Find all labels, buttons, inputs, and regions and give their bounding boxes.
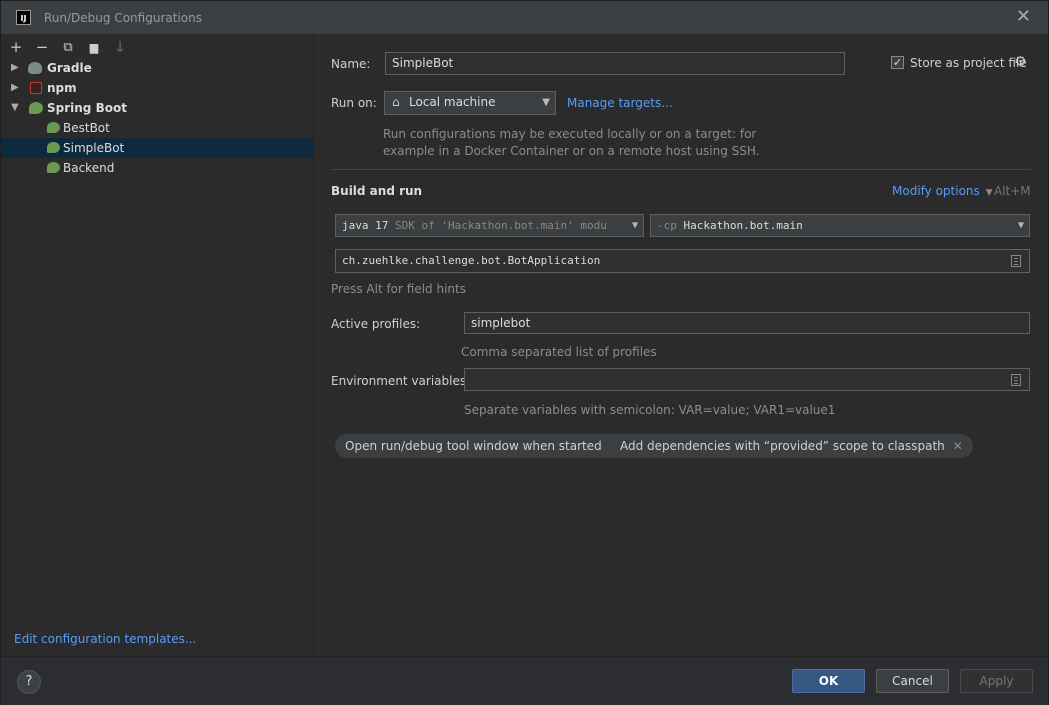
option-chip-open-tool-window: Open run/debug tool window when started✕ xyxy=(335,434,630,458)
chevron-right-icon[interactable]: ▶ xyxy=(11,78,21,98)
spring-boot-config-icon xyxy=(47,122,60,133)
tree-item-bestbot[interactable]: BestBot xyxy=(1,118,313,138)
active-profiles-hint: Comma separated list of profiles xyxy=(461,345,657,359)
tree-item-label: BestBot xyxy=(63,121,110,135)
configurations-panel: + − ⧉ ▆ ↓ ▶ Gradle ▶ npm ▼ Spring Boot B… xyxy=(1,34,314,656)
chevron-down-icon: ▼ xyxy=(1017,220,1024,231)
run-on-hint-line1: Run configurations may be executed local… xyxy=(383,127,757,141)
npm-icon xyxy=(30,82,42,94)
title-bar: IJ Run/Debug Configurations ✕ xyxy=(1,1,1048,34)
jdk-detail: SDK of 'Hackathon.bot.main' modu xyxy=(394,219,607,232)
modify-options-link[interactable]: Modify options ▼ xyxy=(892,184,993,198)
tree-item-label: npm xyxy=(47,81,77,95)
configuration-form: Name: SimpleBot ✓ Store as project file … xyxy=(314,34,1048,656)
jdk-version: java 17 xyxy=(342,219,389,232)
apply-button[interactable]: Apply xyxy=(960,669,1033,693)
field-hints-text: Press Alt for field hints xyxy=(331,282,466,296)
name-label: Name: xyxy=(331,57,371,71)
spring-boot-config-icon xyxy=(47,162,60,173)
run-on-label: Run on: xyxy=(331,96,377,110)
tree-item-spring-boot[interactable]: ▼ Spring Boot xyxy=(1,98,313,118)
dialog-title: Run/Debug Configurations xyxy=(44,11,202,25)
chevron-down-icon: ▼ xyxy=(985,188,993,198)
edit-environment-icon[interactable] xyxy=(1011,374,1021,386)
environment-variables-label: Environment variables: xyxy=(331,374,471,388)
gradle-icon xyxy=(28,62,42,74)
tree-item-simplebot[interactable]: SimpleBot xyxy=(1,138,313,158)
help-button[interactable]: ? xyxy=(17,670,41,694)
classpath-value: Hackathon.bot.main xyxy=(683,219,803,232)
tree-item-label: Backend xyxy=(63,161,115,175)
run-on-hint-line2: example in a Docker Container or on a re… xyxy=(383,144,760,158)
tree-item-gradle[interactable]: ▶ Gradle xyxy=(1,58,313,78)
tree-item-label: Spring Boot xyxy=(47,101,127,115)
run-on-value: Local machine xyxy=(409,95,496,109)
spring-boot-icon xyxy=(29,102,43,114)
intellij-app-icon: IJ xyxy=(16,10,31,25)
separator xyxy=(331,169,1031,170)
configuration-tree: ▶ Gradle ▶ npm ▼ Spring Boot BestBot Sim… xyxy=(1,58,313,178)
modify-options-shortcut: Alt+M xyxy=(994,184,1031,198)
main-class-value: ch.zuehlke.challenge.bot.BotApplication xyxy=(342,254,601,267)
edit-templates-link[interactable]: Edit configuration templates... xyxy=(14,632,196,646)
spring-boot-config-icon xyxy=(47,142,60,153)
chevron-right-icon[interactable]: ▶ xyxy=(11,58,21,78)
add-configuration-icon[interactable]: + xyxy=(7,38,25,56)
store-project-file-label: Store as project file xyxy=(910,56,1027,70)
manage-targets-link[interactable]: Manage targets... xyxy=(567,96,673,110)
tree-item-npm[interactable]: ▶ npm xyxy=(1,78,313,98)
run-on-select[interactable]: ⌂ Local machine ▼ xyxy=(384,91,556,115)
classpath-select[interactable]: -cp Hackathon.bot.main ▼ xyxy=(650,214,1030,237)
cancel-button[interactable]: Cancel xyxy=(876,669,949,693)
chevron-down-icon[interactable]: ▼ xyxy=(11,98,21,118)
option-chip-provided-scope: Add dependencies with “provided” scope t… xyxy=(610,434,973,458)
ok-button[interactable]: OK xyxy=(792,669,865,693)
tree-item-backend[interactable]: Backend xyxy=(1,158,313,178)
copy-configuration-icon[interactable]: ⧉ xyxy=(59,38,77,56)
chip-label: Add dependencies with “provided” scope t… xyxy=(620,439,945,453)
jdk-select[interactable]: java 17 SDK of 'Hackathon.bot.main' modu… xyxy=(335,214,644,237)
modify-options-label: Modify options xyxy=(892,184,980,198)
build-and-run-heading: Build and run xyxy=(331,184,423,198)
cp-prefix: -cp xyxy=(657,219,677,232)
main-class-input[interactable]: ch.zuehlke.challenge.bot.BotApplication xyxy=(335,249,1030,273)
tree-item-label: Gradle xyxy=(47,61,92,75)
run-debug-dialog: IJ Run/Debug Configurations ✕ + − ⧉ ▆ ↓ … xyxy=(0,0,1049,705)
chevron-down-icon: ▼ xyxy=(542,97,550,108)
tree-toolbar: + − ⧉ ▆ ↓ xyxy=(7,37,129,57)
sort-icon[interactable]: ↓ xyxy=(111,38,129,56)
dialog-footer: ? OK Cancel Apply xyxy=(1,656,1048,705)
chip-label: Open run/debug tool window when started xyxy=(345,439,602,453)
environment-variables-hint: Separate variables with semicolon: VAR=v… xyxy=(464,403,836,417)
chevron-down-icon: ▼ xyxy=(629,215,638,236)
close-icon[interactable]: ✕ xyxy=(953,439,963,453)
tree-item-label: SimpleBot xyxy=(63,141,125,155)
name-input[interactable]: SimpleBot xyxy=(385,52,845,75)
close-icon[interactable]: ✕ xyxy=(1016,8,1031,26)
active-profiles-label: Active profiles: xyxy=(331,317,421,331)
store-project-file-checkbox[interactable]: ✓ xyxy=(891,56,904,69)
home-icon: ⌂ xyxy=(392,95,400,109)
new-folder-icon[interactable]: ▆ xyxy=(85,38,103,56)
remove-configuration-icon[interactable]: − xyxy=(33,38,51,56)
browse-class-icon[interactable] xyxy=(1011,255,1021,267)
active-profiles-input[interactable]: simplebot xyxy=(464,312,1030,334)
environment-variables-input[interactable] xyxy=(464,368,1030,391)
gear-icon[interactable]: ⚙ xyxy=(1014,54,1027,70)
